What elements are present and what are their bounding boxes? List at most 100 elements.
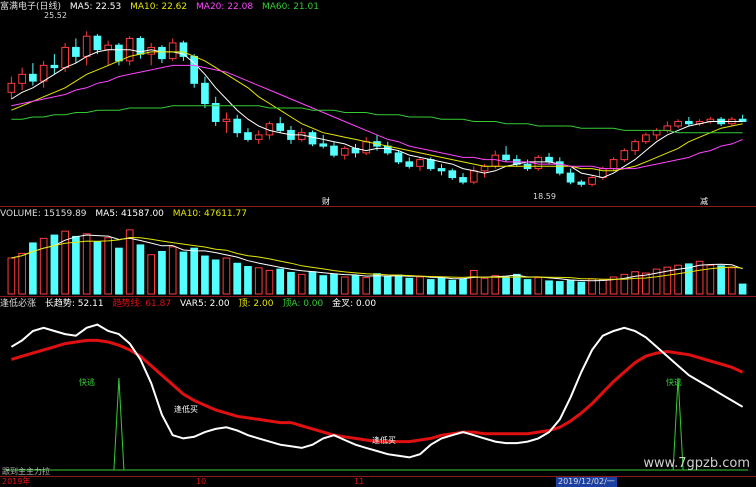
quick-escape-label-2: 快逃 [666,378,682,387]
candle-body [652,129,661,136]
volume-bar [211,259,220,295]
volume-bar [426,279,435,295]
candle-body [93,35,102,51]
volume-bar [93,241,102,295]
candle-body [642,134,650,143]
candle-body [201,82,209,105]
volume-bar [448,279,457,295]
volume-bar [502,276,510,295]
buy-low-label-2: 逢低买 [372,436,396,445]
candle-body [663,125,672,131]
candle-body [233,118,242,134]
candle-body [115,44,123,62]
volume-bar [115,247,123,295]
volume-bar [287,271,295,295]
candle-body [362,141,371,154]
volume-bar [265,269,274,295]
cai-label: 财 [322,197,330,206]
volume-bar [351,275,360,295]
indicator-panel [6,323,748,471]
volume-bar [179,251,188,295]
volume-bar [82,233,91,295]
candle-body [168,42,177,60]
volume-bar [631,271,639,295]
ma10-line [11,51,743,172]
volume-bar [276,268,285,295]
volume-bar [555,281,564,295]
volume-bar [18,252,26,295]
candle-body [29,73,37,82]
candle-body [190,55,199,84]
volume-bar [620,273,629,295]
candle-body [609,159,618,170]
escape-signal-spike [113,377,125,471]
candle-body [577,181,586,185]
candle-body [437,168,446,172]
candle-body [491,154,500,167]
volume-bar [136,244,145,295]
candle-body [674,120,682,127]
volume-bar [405,277,414,295]
volume-bar [738,283,747,295]
candle-body [459,177,467,183]
axis-date-2: 10 [196,477,207,486]
volume-bar [717,265,725,295]
candle-body [394,152,403,163]
price-panel [7,31,747,187]
stock-chart-stage: 富满电子(日线) MA5: 22.53 MA10: 22.62 MA20: 22… [0,0,756,487]
candle-body [480,165,489,172]
candle-body [330,145,338,156]
volume-bar [330,273,338,295]
volume-bar [491,275,500,295]
volume-bar [459,278,467,295]
volume-bar [598,279,607,295]
candle-body [82,35,91,57]
candle-body [448,170,457,179]
volume-bar [190,247,199,295]
candle-body [254,134,263,140]
volume-bar [545,280,553,295]
volume-bar [577,281,586,295]
volume-bar [394,274,403,295]
volume-bar [39,237,48,295]
candle-body [426,159,435,170]
volume-bar [308,271,317,295]
volume-bar [373,273,381,295]
volume-bar [566,279,575,295]
candle-body [158,46,166,60]
volume-bar [168,246,177,295]
volume-bar [254,267,263,295]
candle-body [588,177,596,185]
volume-bar [437,277,446,295]
candle-body [405,161,414,167]
candle-body [297,132,306,140]
volume-bar [480,277,489,295]
volume-bar [416,276,424,295]
candle-body [244,132,252,140]
ma5-line [11,49,743,179]
volume-bar [201,255,209,295]
volume-bar [340,276,349,295]
volume-bar [319,275,328,295]
candle-body [222,118,231,122]
candle-body [416,159,424,167]
volume-bar [383,275,392,295]
volume-bar [72,235,80,295]
candle-body [61,46,69,69]
candle-body [72,46,80,57]
candle-body [147,46,156,55]
volume-bar [244,266,252,295]
axis-date-4: 2019/12/02/一 [556,477,617,487]
volume-bar [104,237,112,295]
volume-bar [642,272,650,295]
candle-body [545,156,553,163]
candle-body [319,143,328,147]
axis-date-1: 2019年 [2,477,31,486]
candle-body [104,44,112,51]
candle-body [39,64,48,82]
volume-bar [523,279,532,295]
volume-bar [534,277,543,295]
jian-label: 减 [700,197,708,206]
candle-body [18,73,26,84]
chart-svg [6,31,748,471]
